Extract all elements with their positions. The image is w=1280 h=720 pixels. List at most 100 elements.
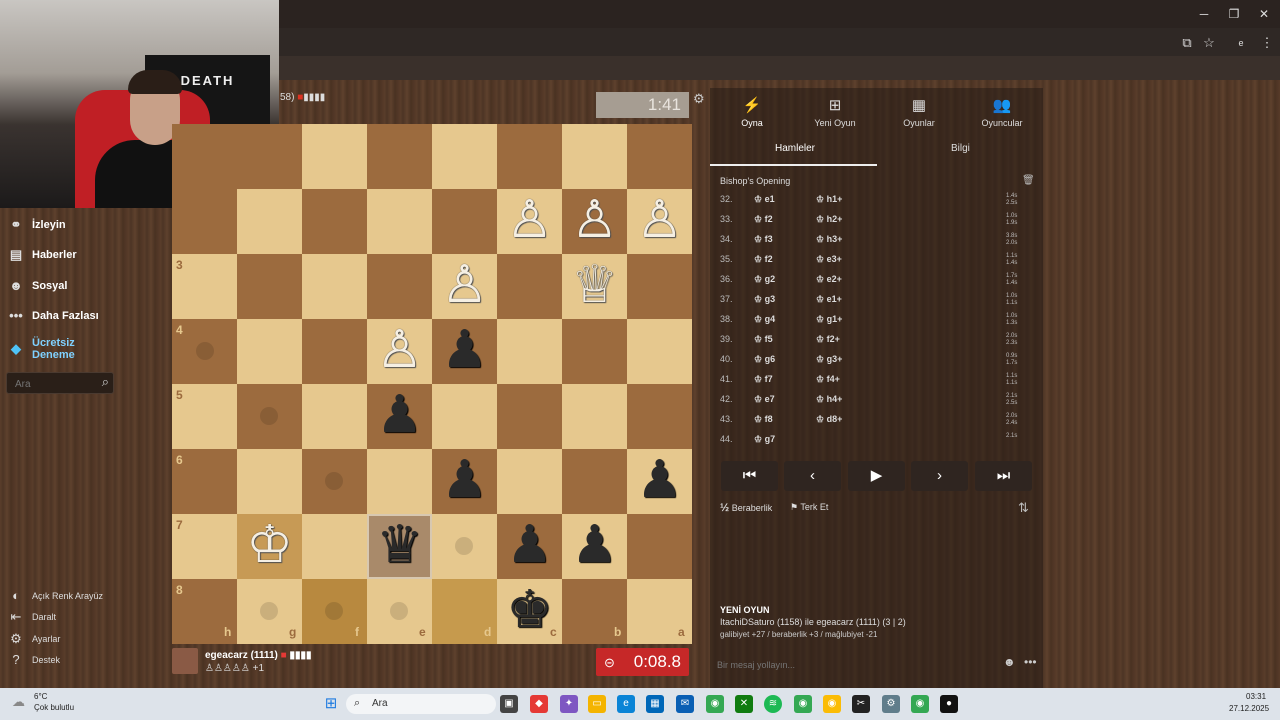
white-move[interactable]: ♔ g7	[754, 434, 816, 445]
address-bar[interactable]	[279, 28, 1280, 56]
weather-temperature[interactable]: 6°C	[34, 692, 47, 701]
move-hint-dot[interactable]	[390, 602, 408, 620]
square[interactable]	[302, 319, 367, 384]
move-row[interactable]: 43. ♔ f8 ♔ d8+	[720, 409, 876, 429]
move-hint-dot[interactable]	[455, 537, 473, 555]
square[interactable]	[237, 254, 302, 319]
square[interactable]	[237, 319, 302, 384]
store-icon[interactable]: ▦	[646, 695, 664, 713]
settings-button[interactable]: ⚙ Ayarlar	[8, 631, 60, 647]
move-row[interactable]: 40. ♔ g6 ♔ g3+	[720, 349, 876, 369]
chrome-profile-icon[interactable]: ◉	[823, 695, 841, 713]
black-move[interactable]: ♔ f4+	[816, 374, 876, 385]
move-row[interactable]: 33. ♔ f2 ♔ h2+	[720, 209, 876, 229]
close-window-button[interactable]: ✕	[1250, 4, 1278, 24]
obs-icon[interactable]: ●	[940, 695, 958, 713]
xbox-icon[interactable]: ✕	[735, 695, 753, 713]
square[interactable]	[302, 254, 367, 319]
square[interactable]	[562, 384, 627, 449]
last-move-button[interactable]: ⏭	[975, 461, 1032, 491]
square[interactable]	[627, 319, 692, 384]
spotify-icon[interactable]: ≋	[764, 695, 782, 713]
app-icon[interactable]: ◆	[530, 695, 548, 713]
chrome-profile-icon[interactable]: ◉	[794, 695, 812, 713]
square[interactable]	[237, 449, 302, 514]
system-time[interactable]: 03:31	[1246, 692, 1266, 701]
square[interactable]	[627, 254, 692, 319]
sidebar-search[interactable]: ⌕	[6, 372, 114, 394]
resign-button[interactable]: ⚑ Terk Et	[790, 502, 828, 513]
black-move[interactable]: ♔ g1+	[816, 314, 876, 325]
square[interactable]	[562, 319, 627, 384]
search-icon[interactable]: ⌕	[102, 374, 109, 390]
board-settings-icon[interactable]: ⚙	[693, 91, 705, 107]
support-button[interactable]: ? Destek	[8, 652, 60, 668]
white-move[interactable]: ♔ e7	[754, 394, 816, 405]
edge-icon[interactable]: e	[617, 695, 635, 713]
prev-move-button[interactable]: ‹	[784, 461, 841, 491]
square[interactable]	[627, 384, 692, 449]
collapse-button[interactable]: ⇤ Daralt	[8, 609, 56, 625]
trash-icon[interactable]: 🗑	[1022, 175, 1035, 186]
square[interactable]	[627, 124, 692, 189]
taskbar-search[interactable]: ⌕ Ara	[346, 694, 496, 714]
square[interactable]	[367, 124, 432, 189]
black-move[interactable]: ♔ h1+	[816, 194, 876, 205]
move-row[interactable]: 44. ♔ g7	[720, 429, 876, 449]
black-move[interactable]: ♔ h4+	[816, 394, 876, 405]
move-row[interactable]: 38. ♔ g4 ♔ g1+	[720, 309, 876, 329]
file-explorer-icon[interactable]: ▭	[588, 695, 606, 713]
white-pawn[interactable]: ♙	[432, 254, 497, 319]
square[interactable]	[432, 189, 497, 254]
black-pawn[interactable]: ♟	[497, 514, 562, 579]
black-pawn[interactable]: ♟	[627, 449, 692, 514]
tab-games[interactable]: ▦ Oyunlar	[879, 96, 959, 128]
white-move[interactable]: ♔ f5	[754, 334, 816, 345]
browser-menu-icon[interactable]: ⋮	[1258, 34, 1276, 52]
black-pawn[interactable]: ♟	[432, 319, 497, 384]
white-move[interactable]: ♔ g6	[754, 354, 816, 365]
black-queen[interactable]: ♛	[367, 514, 432, 579]
tab-play[interactable]: ⚡ Oyna	[712, 96, 792, 128]
move-hint-dot[interactable]	[196, 342, 214, 360]
square[interactable]	[562, 124, 627, 189]
play-button[interactable]: ▶	[848, 461, 905, 491]
black-pawn[interactable]: ♟	[432, 449, 497, 514]
settings-app-icon[interactable]: ⚙	[882, 695, 900, 713]
tab-players[interactable]: 👥 Oyuncular	[962, 96, 1042, 128]
square[interactable]	[562, 449, 627, 514]
chrome-profile-icon[interactable]: ◉	[911, 695, 929, 713]
player-name[interactable]: egeacarz (1111) ■ ▮▮▮▮	[205, 650, 311, 661]
move-row[interactable]: 34. ♔ f3 ♔ h3+	[720, 229, 876, 249]
white-move[interactable]: ♔ e1	[754, 194, 816, 205]
bookmark-star-icon[interactable]: ☆	[1200, 34, 1218, 52]
outlook-icon[interactable]: ✉	[676, 695, 694, 713]
move-row[interactable]: 39. ♔ f5 ♔ f2+	[720, 329, 876, 349]
white-move[interactable]: ♔ f2	[754, 214, 816, 225]
copilot-icon[interactable]: ✦	[560, 695, 578, 713]
square[interactable]	[497, 124, 562, 189]
chess-board[interactable]: 3 4 5 6 7 8 h g f e d c b a ♙ ♙ ♙ ♙ ♕ ♙ …	[172, 124, 692, 644]
square[interactable]	[497, 449, 562, 514]
black-move[interactable]: ♔ d8+	[816, 414, 876, 425]
square[interactable]	[627, 514, 692, 579]
white-pawn[interactable]: ♙	[367, 319, 432, 384]
first-move-button[interactable]: ⏮	[721, 461, 778, 491]
square[interactable]	[367, 254, 432, 319]
square[interactable]	[432, 124, 497, 189]
move-row[interactable]: 41. ♔ f7 ♔ f4+	[720, 369, 876, 389]
player-avatar[interactable]	[172, 648, 198, 674]
white-pawn[interactable]: ♙	[497, 189, 562, 254]
square[interactable]	[302, 514, 367, 579]
white-move[interactable]: ♔ f8	[754, 414, 816, 425]
square[interactable]	[497, 319, 562, 384]
square[interactable]	[237, 124, 302, 189]
draw-button[interactable]: ½ Beraberlik	[720, 502, 772, 514]
move-row[interactable]: 37. ♔ g3 ♔ e1+	[720, 289, 876, 309]
black-move[interactable]: ♔ g3+	[816, 354, 876, 365]
white-king[interactable]: ♔	[237, 514, 302, 579]
move-hint-dot[interactable]	[325, 602, 343, 620]
black-move[interactable]: ♔ f2+	[816, 334, 876, 345]
white-queen[interactable]: ♕	[562, 254, 627, 319]
move-hint-dot[interactable]	[260, 407, 278, 425]
